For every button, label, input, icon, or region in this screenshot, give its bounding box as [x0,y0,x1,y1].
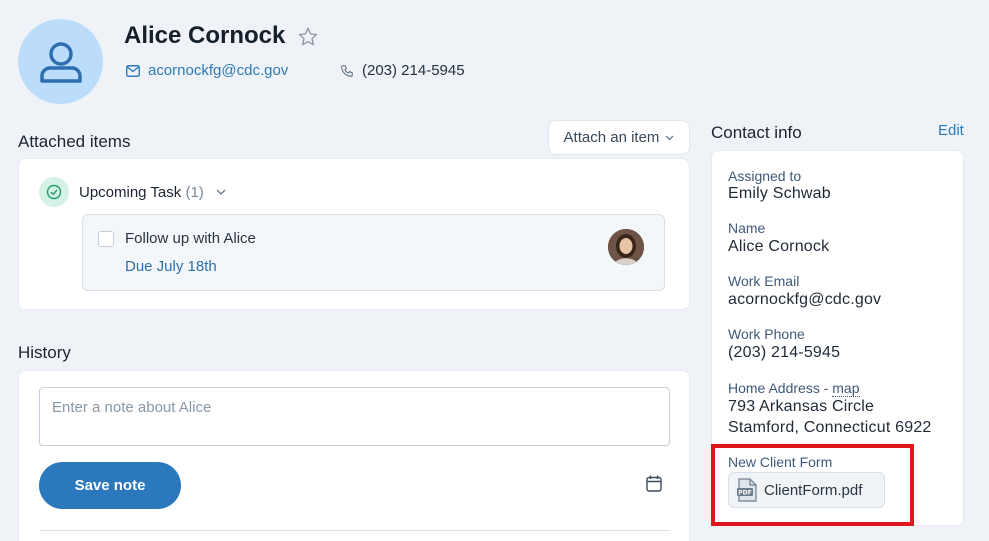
chevron-down-icon[interactable] [216,189,226,195]
calendar-icon[interactable] [646,475,662,492]
attached-items-card: Upcoming Task (1) Follow up with Alice D… [18,158,690,310]
pdf-attachment[interactable]: PDF ClientForm.pdf [728,472,885,508]
email-row: acornockfg@cdc.gov [126,62,288,79]
new-client-form-label: New Client Form [728,454,833,470]
mail-icon [126,64,140,77]
task-group-label: Upcoming Task (1) [79,183,204,201]
name-label: Name [728,220,766,236]
phone-icon [341,64,353,77]
check-circle-icon [39,177,69,207]
map-link[interactable]: map [832,380,860,397]
work-phone-value: (203) 214-5945 [728,344,841,361]
address-line-2: Stamford, Connecticut 6922 [728,419,932,436]
attach-item-label: Attach an item [563,129,660,146]
chevron-down-icon [665,135,674,140]
attached-items-heading: Attached items [18,132,131,151]
upcoming-task-group[interactable]: Upcoming Task (1) [39,177,226,207]
contact-info-card: Assigned to Emily Schwab Name Alice Corn… [711,150,964,526]
task-item[interactable]: Follow up with Alice Due July 18th [82,214,665,291]
phone-number[interactable]: (203) 214-5945 [362,62,465,79]
pdf-icon: PDF [737,478,757,502]
work-email-label: Work Email [728,273,800,289]
address-line-1: 793 Arkansas Circle [728,398,875,415]
task-count: (1) [185,183,204,201]
assigned-to-value: Emily Schwab [728,185,831,202]
pdf-filename: ClientForm.pdf [764,481,863,499]
task-checkbox[interactable] [98,231,114,247]
contact-info-heading: Contact info [711,123,802,142]
star-icon[interactable] [297,26,319,48]
task-title: Follow up with Alice [125,230,256,247]
contact-avatar [18,19,103,104]
name-value: Alice Cornock [728,238,830,255]
history-divider [39,530,670,531]
work-phone-label: Work Phone [728,326,805,342]
edit-contact-link[interactable]: Edit [938,122,964,139]
contact-name: Alice Cornock [124,22,286,49]
person-icon [39,41,82,83]
history-card: Save note [18,370,690,541]
work-email-value: acornockfg@cdc.gov [728,291,882,308]
save-note-button[interactable]: Save note [39,462,181,509]
history-heading: History [18,343,71,362]
phone-row: (203) 214-5945 [340,62,465,79]
attach-item-button[interactable]: Attach an item [548,120,690,155]
svg-text:PDF: PDF [738,490,751,497]
task-due-date: Due July 18th [125,258,217,275]
assignee-avatar [608,229,644,265]
email-link[interactable]: acornockfg@cdc.gov [148,62,288,79]
assigned-to-label: Assigned to [728,168,802,184]
home-address-label: Home Address - map [728,380,860,397]
note-input[interactable] [39,387,670,446]
